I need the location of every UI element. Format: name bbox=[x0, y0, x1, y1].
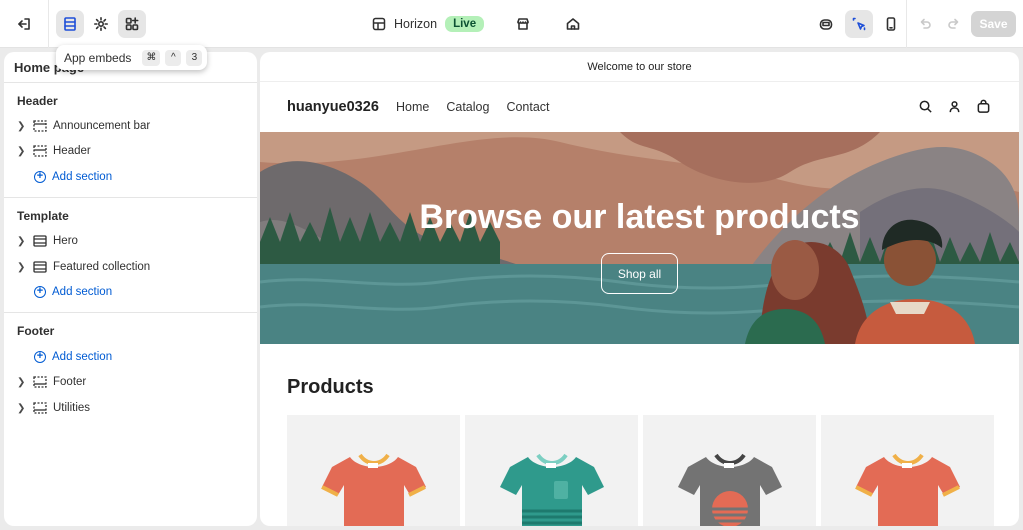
save-button[interactable]: Save bbox=[971, 11, 1016, 37]
nav-contact[interactable]: Contact bbox=[506, 100, 549, 114]
search-icon[interactable] bbox=[918, 99, 933, 114]
product-card[interactable] bbox=[821, 415, 994, 526]
store-button[interactable] bbox=[509, 10, 537, 38]
tshirt-image bbox=[678, 453, 782, 526]
hero-title: Browse our latest products bbox=[419, 198, 860, 236]
exit-icon bbox=[18, 18, 30, 30]
kbd-control: ^ bbox=[165, 49, 182, 66]
inspector-icon bbox=[852, 17, 866, 31]
section-hero[interactable]: ❯ Hero bbox=[17, 230, 247, 252]
chevron-right-icon[interactable]: ❯ bbox=[17, 377, 29, 388]
theme-name: Horizon bbox=[394, 17, 438, 31]
undo-button[interactable] bbox=[911, 10, 939, 38]
section-featured-collection[interactable]: ❯ Featured collection bbox=[17, 256, 247, 278]
chevron-right-icon[interactable]: ❯ bbox=[17, 403, 29, 414]
tshirt-image bbox=[855, 453, 960, 526]
plus-circle-icon: + bbox=[34, 286, 46, 298]
tooltip-label: App embeds bbox=[64, 50, 132, 65]
home-icon bbox=[566, 18, 580, 30]
ai-assistant-button[interactable] bbox=[812, 10, 840, 38]
add-section-header-button[interactable]: + Add section bbox=[34, 168, 112, 186]
announcement-bar-icon bbox=[33, 120, 47, 132]
theme-icon bbox=[372, 17, 386, 31]
nav-home[interactable]: Home bbox=[396, 100, 429, 114]
app-embeds-tooltip: App embeds ⌘ ^ 3 bbox=[56, 45, 207, 70]
chevron-right-icon[interactable]: ❯ bbox=[17, 236, 29, 247]
section-label: Announcement bar bbox=[53, 120, 151, 132]
home-button[interactable] bbox=[559, 10, 587, 38]
announcement-bar[interactable]: Welcome to our store bbox=[260, 52, 1019, 82]
section-label: Footer bbox=[53, 376, 87, 388]
chevron-right-icon[interactable]: ❯ bbox=[17, 121, 29, 132]
live-badge: Live bbox=[445, 16, 485, 32]
hero-illustration bbox=[260, 132, 1019, 344]
hero-banner: Browse our latest products Shop all bbox=[260, 132, 1019, 344]
chevron-right-icon[interactable]: ❯ bbox=[17, 146, 29, 157]
kbd-command: ⌘ bbox=[142, 49, 161, 66]
inspector-button[interactable] bbox=[845, 10, 873, 38]
add-section-label: Add section bbox=[52, 286, 113, 298]
undo-icon bbox=[920, 18, 931, 29]
sidekick-icon bbox=[819, 19, 833, 30]
store-header: huanyue0326 Home Catalog Contact bbox=[260, 82, 1019, 132]
section-header[interactable]: ❯ Header bbox=[17, 140, 247, 162]
section-footer[interactable]: ❯ Footer bbox=[17, 371, 247, 393]
mobile-preview-button[interactable] bbox=[877, 10, 905, 38]
sections-sidebar: Home page Header ❯ Announcement bar ❯ He… bbox=[4, 52, 257, 526]
app-embeds-button[interactable] bbox=[118, 10, 146, 38]
plus-circle-icon: + bbox=[34, 171, 46, 183]
redo-button[interactable] bbox=[940, 10, 968, 38]
sections-icon bbox=[64, 17, 76, 31]
store-nav: Home Catalog Contact bbox=[396, 100, 550, 114]
redo-icon bbox=[948, 18, 959, 29]
add-section-label: Add section bbox=[52, 351, 113, 363]
plus-circle-icon: + bbox=[34, 351, 46, 363]
store-icon bbox=[517, 18, 529, 30]
account-icon[interactable] bbox=[947, 99, 962, 114]
shop-all-button[interactable]: Shop all bbox=[601, 253, 678, 294]
mobile-icon bbox=[886, 17, 896, 31]
nav-catalog[interactable]: Catalog bbox=[446, 100, 489, 114]
sections-button[interactable] bbox=[56, 10, 84, 38]
header-icons bbox=[918, 99, 991, 114]
announcement-text: Welcome to our store bbox=[587, 60, 692, 73]
header-section-icon bbox=[33, 145, 47, 157]
store-preview: Welcome to our store huanyue0326 Home Ca… bbox=[260, 52, 1019, 526]
theme-selector[interactable]: Horizon Live bbox=[372, 14, 485, 34]
kbd-3: 3 bbox=[186, 49, 203, 66]
chevron-right-icon[interactable]: ❯ bbox=[17, 262, 29, 273]
featured-collection-icon bbox=[33, 261, 47, 273]
store-brand[interactable]: huanyue0326 bbox=[287, 99, 379, 115]
add-section-template-button[interactable]: + Add section bbox=[34, 283, 112, 301]
section-label: Utilities bbox=[53, 402, 91, 414]
gear-icon bbox=[94, 17, 108, 31]
hero-section-icon bbox=[33, 235, 47, 247]
exit-button[interactable] bbox=[10, 10, 38, 38]
utilities-section-icon bbox=[33, 402, 47, 414]
cart-icon[interactable] bbox=[976, 99, 991, 114]
product-card[interactable] bbox=[287, 415, 460, 526]
section-label: Featured collection bbox=[53, 261, 151, 273]
footer-section-icon bbox=[33, 376, 47, 388]
section-label: Hero bbox=[53, 235, 78, 247]
section-utilities[interactable]: ❯ Utilities bbox=[17, 397, 247, 419]
group-header-title: Header bbox=[17, 94, 58, 108]
section-announcement-bar[interactable]: ❯ Announcement bar bbox=[17, 115, 247, 137]
group-footer-title: Footer bbox=[17, 324, 55, 338]
add-section-label: Add section bbox=[52, 171, 113, 183]
add-section-footer-button[interactable]: + Add section bbox=[34, 348, 112, 366]
products-heading: Products bbox=[287, 376, 374, 398]
tshirt-image bbox=[500, 453, 604, 526]
editor-toolbar: Horizon Live Save bbox=[0, 0, 1023, 48]
tshirt-image bbox=[321, 453, 426, 526]
section-label: Header bbox=[53, 145, 91, 157]
theme-settings-button[interactable] bbox=[87, 10, 115, 38]
product-card[interactable] bbox=[643, 415, 816, 526]
group-template-title: Template bbox=[17, 209, 69, 223]
product-card[interactable] bbox=[465, 415, 638, 526]
app-embeds-icon bbox=[125, 17, 139, 31]
